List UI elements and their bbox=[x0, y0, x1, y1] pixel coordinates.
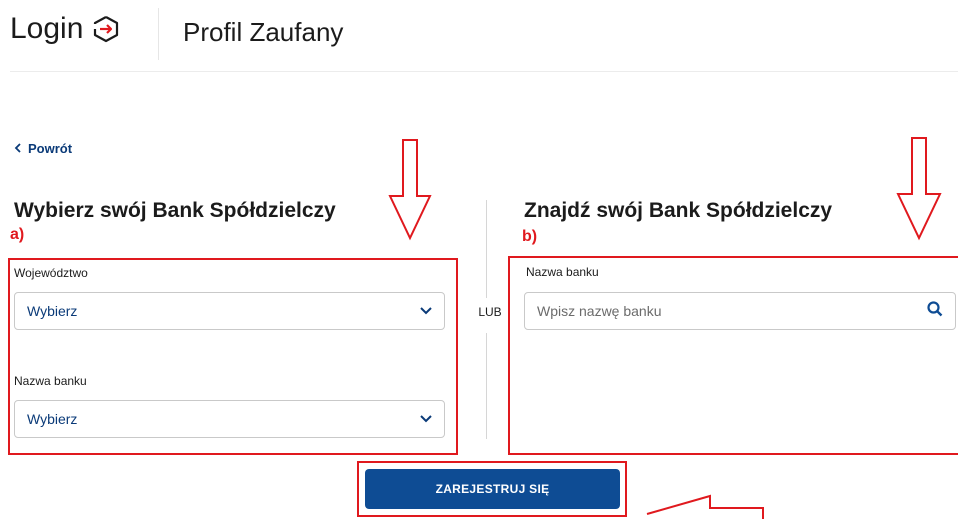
page-title: Profil Zaufany bbox=[183, 17, 344, 47]
bank-name-label-right: Nazwa banku bbox=[526, 265, 599, 279]
back-link[interactable]: Powrót bbox=[14, 141, 72, 156]
chevron-down-icon bbox=[420, 410, 432, 428]
bank-name-select-value: Wybierz bbox=[27, 411, 78, 427]
bank-search-input[interactable]: Wpisz nazwę banku bbox=[524, 292, 956, 330]
brand-label: Login bbox=[10, 12, 84, 45]
header-divider bbox=[10, 71, 958, 72]
back-link-label: Powrót bbox=[28, 141, 73, 156]
right-section-title: Znajdź swój Bank Spółdzielczy bbox=[524, 199, 833, 222]
voivodeship-select[interactable]: Wybierz bbox=[14, 292, 445, 330]
search-icon[interactable] bbox=[927, 300, 943, 322]
header-separator bbox=[158, 8, 159, 60]
brand-logo: Login bbox=[10, 12, 121, 46]
voivodeship-select-value: Wybierz bbox=[27, 303, 78, 319]
login-arrow-icon bbox=[91, 14, 121, 44]
annotation-arrow-down-left bbox=[388, 139, 432, 241]
annotation-b: b) bbox=[522, 228, 538, 245]
bank-search-placeholder: Wpisz nazwę banku bbox=[537, 303, 662, 319]
chevron-left-icon bbox=[14, 141, 22, 156]
annotation-arrow-left bbox=[646, 494, 764, 519]
register-button[interactable]: ZAREJESTRUJ SIĘ bbox=[365, 469, 620, 509]
annotation-box-b bbox=[508, 256, 958, 455]
left-section-title: Wybierz swój Bank Spółdzielczy bbox=[14, 199, 336, 222]
bank-name-label-left: Nazwa banku bbox=[14, 374, 87, 388]
or-label: LUB bbox=[478, 305, 502, 319]
vertical-divider-top bbox=[486, 200, 487, 298]
voivodeship-label: Województwo bbox=[14, 266, 88, 280]
annotation-arrow-down-right bbox=[896, 137, 942, 241]
chevron-down-icon bbox=[420, 302, 432, 320]
vertical-divider-bottom bbox=[486, 333, 487, 439]
bank-name-select[interactable]: Wybierz bbox=[14, 400, 445, 438]
annotation-a: a) bbox=[10, 226, 25, 243]
